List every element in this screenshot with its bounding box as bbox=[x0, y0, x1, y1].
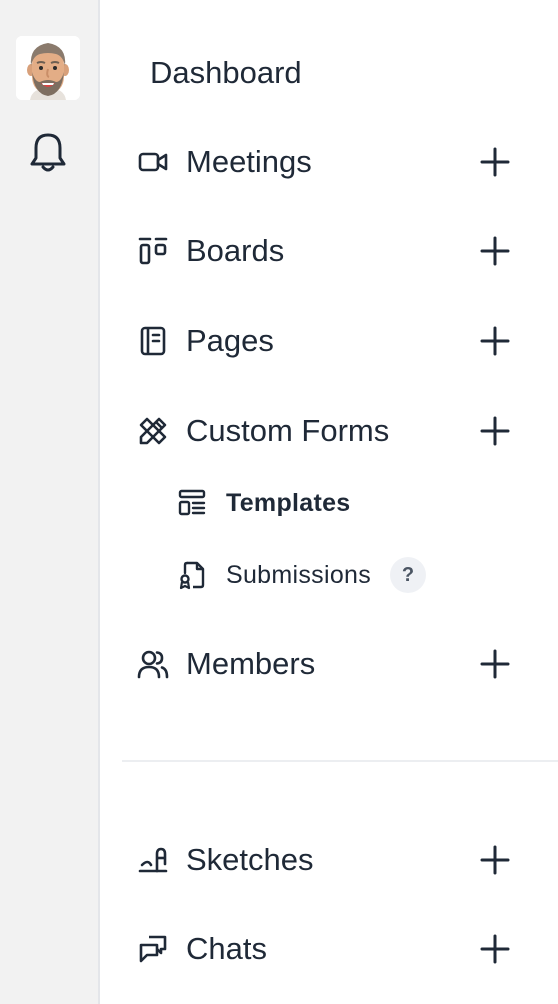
sidebar-item-boards[interactable]: Boards bbox=[102, 220, 538, 282]
sidebar-item-members[interactable]: Members bbox=[102, 633, 538, 695]
plus-icon bbox=[480, 326, 510, 356]
plus-icon bbox=[480, 649, 510, 679]
section-divider bbox=[122, 760, 558, 762]
pencil-ruler-icon bbox=[136, 414, 170, 448]
sidebar-item-label: Dashboard bbox=[150, 55, 302, 90]
bell-icon[interactable] bbox=[28, 130, 68, 174]
sidebar-item-pages[interactable]: Pages bbox=[102, 310, 538, 372]
add-chat-button[interactable] bbox=[478, 932, 512, 966]
sidebar-item-label: Sketches bbox=[186, 842, 314, 877]
add-member-button[interactable] bbox=[478, 647, 512, 681]
add-meeting-button[interactable] bbox=[478, 145, 512, 179]
sidebar-item-label: Pages bbox=[186, 323, 274, 358]
icon-rail bbox=[0, 0, 100, 1004]
video-icon bbox=[136, 145, 170, 179]
sidebar-item-label: Meetings bbox=[186, 144, 312, 179]
sidebar-item-chats[interactable]: Chats bbox=[102, 918, 538, 980]
sidebar-item-meetings[interactable]: Meetings bbox=[102, 131, 538, 193]
plus-icon bbox=[480, 236, 510, 266]
users-icon bbox=[136, 647, 170, 681]
notebook-icon bbox=[136, 324, 170, 358]
sidebar-item-label: Chats bbox=[186, 931, 267, 966]
sidebar-item-custom-forms[interactable]: Custom Forms bbox=[102, 400, 538, 462]
add-sketch-button[interactable] bbox=[478, 843, 512, 877]
sidebar-menu: Dashboard Meetings Boards Pages Custom F… bbox=[102, 0, 558, 1004]
user-avatar[interactable] bbox=[16, 36, 80, 100]
help-badge[interactable]: ? bbox=[390, 557, 426, 593]
chats-icon bbox=[136, 932, 170, 966]
plus-icon bbox=[480, 934, 510, 964]
sidebar-item-dashboard[interactable]: Dashboard bbox=[102, 42, 538, 104]
file-signature-icon bbox=[176, 559, 208, 591]
sketch-icon bbox=[136, 843, 170, 877]
sidebar-item-label: Custom Forms bbox=[186, 413, 390, 448]
sidebar-subitem-label: Submissions bbox=[226, 560, 372, 589]
avatar-illustration-icon bbox=[16, 36, 80, 100]
sidebar-subitem-templates[interactable]: Templates bbox=[102, 477, 538, 529]
boards-icon bbox=[136, 234, 170, 268]
sidebar-subitem-submissions[interactable]: Submissions ? bbox=[102, 549, 538, 601]
plus-icon bbox=[480, 416, 510, 446]
plus-icon bbox=[480, 147, 510, 177]
add-custom-form-button[interactable] bbox=[478, 414, 512, 448]
template-icon bbox=[176, 487, 208, 519]
sidebar-item-label: Boards bbox=[186, 233, 285, 268]
sidebar-item-label: Members bbox=[186, 646, 316, 681]
add-page-button[interactable] bbox=[478, 324, 512, 358]
add-board-button[interactable] bbox=[478, 234, 512, 268]
sidebar-subitem-label: Templates bbox=[226, 488, 351, 517]
sidebar-item-sketches[interactable]: Sketches bbox=[102, 829, 538, 891]
plus-icon bbox=[480, 845, 510, 875]
